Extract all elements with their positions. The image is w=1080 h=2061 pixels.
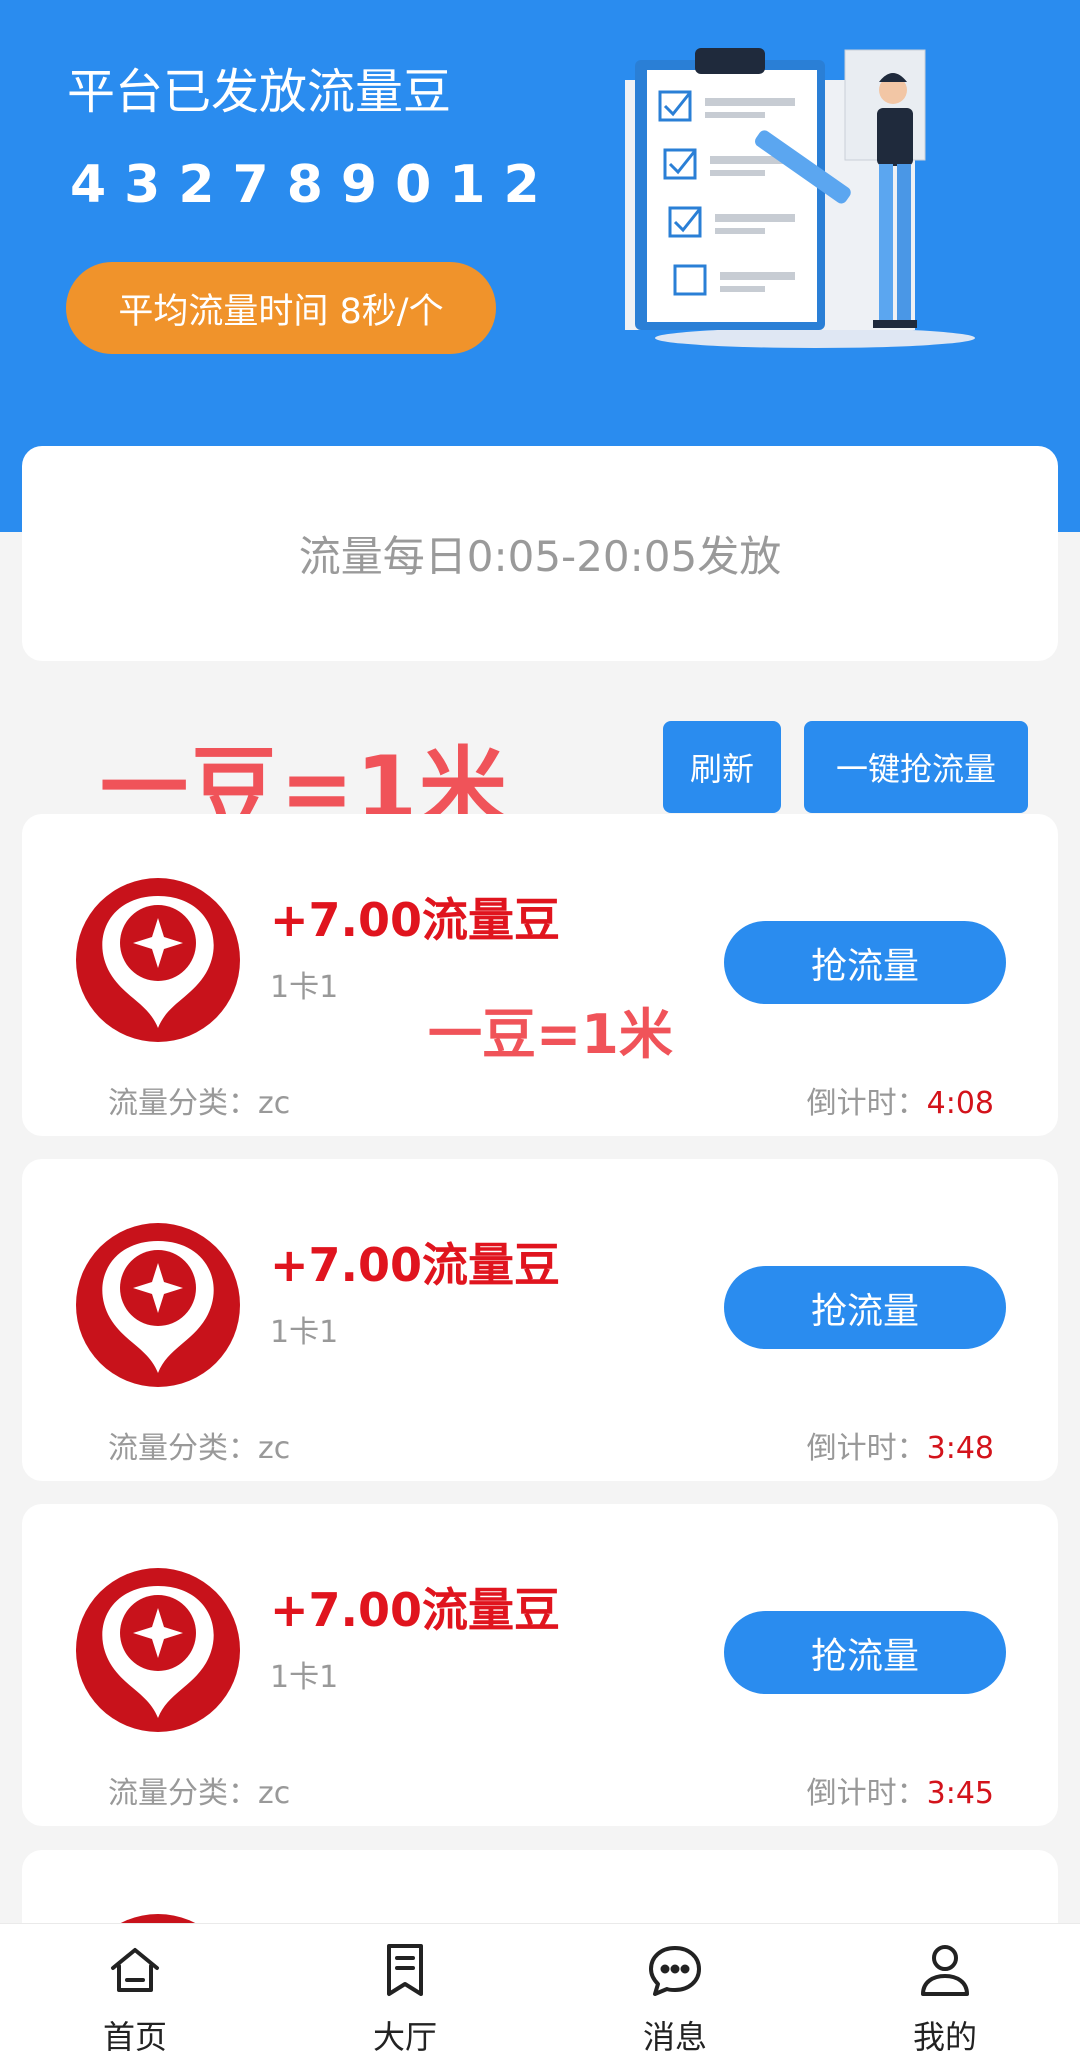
tab-profile[interactable]: 我的 bbox=[810, 1924, 1080, 2061]
average-time-pill: 平均流量时间 8秒/个 bbox=[66, 262, 496, 354]
card-subtitle: 1卡1 bbox=[270, 970, 339, 1005]
reward-amount: +7.00流量豆 bbox=[270, 1583, 561, 1637]
traffic-category: 流量分类：zc bbox=[108, 1431, 291, 1466]
countdown-label: 倒计时： bbox=[806, 1086, 927, 1121]
bank-logo-icon bbox=[76, 1568, 240, 1732]
traffic-card: +7.00流量豆 1卡1 抢流量 一豆=1米 流量分类：zc 倒计时：4:08 bbox=[22, 814, 1058, 1136]
traffic-card: +7.00流量豆 1卡1 抢流量 流量分类：zc 倒计时：3:48 bbox=[22, 1159, 1058, 1481]
reward-amount: +7.00流量豆 bbox=[270, 1238, 561, 1292]
countdown-label: 倒计时： bbox=[806, 1431, 927, 1466]
grab-all-button[interactable]: 一键抢流量 bbox=[804, 721, 1028, 813]
countdown-time: 3:45 bbox=[926, 1776, 994, 1811]
tab-label: 大厅 bbox=[372, 2018, 437, 2056]
traffic-card-partial bbox=[22, 1850, 1058, 1930]
issued-count: 432789012 bbox=[70, 155, 558, 215]
tab-label: 首页 bbox=[102, 2018, 167, 2056]
bookmark-icon bbox=[387, 1944, 423, 1996]
tab-home[interactable]: 首页 bbox=[0, 1924, 270, 2061]
tab-hall[interactable]: 大厅 bbox=[270, 1924, 540, 2061]
tab-label: 消息 bbox=[642, 2018, 707, 2056]
traffic-card: +7.00流量豆 1卡1 抢流量 流量分类：zc 倒计时：3:45 bbox=[22, 1504, 1058, 1826]
distribution-hours-notice: 流量每日0:05-20:05发放 bbox=[22, 446, 1058, 661]
countdown: 倒计时：3:48 bbox=[807, 1423, 994, 1467]
traffic-category: 流量分类：zc bbox=[108, 1086, 291, 1121]
clipboard-checklist-illustration bbox=[625, 48, 975, 348]
bank-logo-icon bbox=[76, 1223, 240, 1387]
grab-traffic-button[interactable]: 抢流量 bbox=[724, 1266, 1006, 1349]
user-icon bbox=[921, 1945, 969, 1996]
home-icon bbox=[111, 1948, 159, 1992]
bottom-tab-bar: 首页 大厅 消息 我的 bbox=[0, 1923, 1080, 2061]
countdown-label: 倒计时： bbox=[806, 1776, 927, 1811]
hero-title: 平台已发放流量豆 bbox=[67, 64, 452, 120]
countdown: 倒计时：3:45 bbox=[807, 1768, 994, 1812]
tab-label: 我的 bbox=[912, 2018, 977, 2056]
countdown-time: 4:08 bbox=[926, 1086, 994, 1121]
traffic-category: 流量分类：zc bbox=[108, 1776, 291, 1811]
promo-overlay-text: 一豆=1米 bbox=[428, 1003, 673, 1066]
card-subtitle: 1卡1 bbox=[270, 1660, 339, 1695]
tab-messages[interactable]: 消息 bbox=[540, 1924, 810, 2061]
reward-amount: +7.00流量豆 bbox=[270, 893, 561, 947]
chat-icon bbox=[649, 1946, 701, 1996]
bank-logo-icon bbox=[76, 878, 240, 1042]
grab-traffic-button[interactable]: 抢流量 bbox=[724, 921, 1006, 1004]
card-subtitle: 1卡1 bbox=[270, 1315, 339, 1350]
countdown: 倒计时：4:08 bbox=[807, 1078, 994, 1122]
refresh-button[interactable]: 刷新 bbox=[663, 721, 781, 813]
grab-traffic-button[interactable]: 抢流量 bbox=[724, 1611, 1006, 1694]
countdown-time: 3:48 bbox=[926, 1431, 994, 1466]
